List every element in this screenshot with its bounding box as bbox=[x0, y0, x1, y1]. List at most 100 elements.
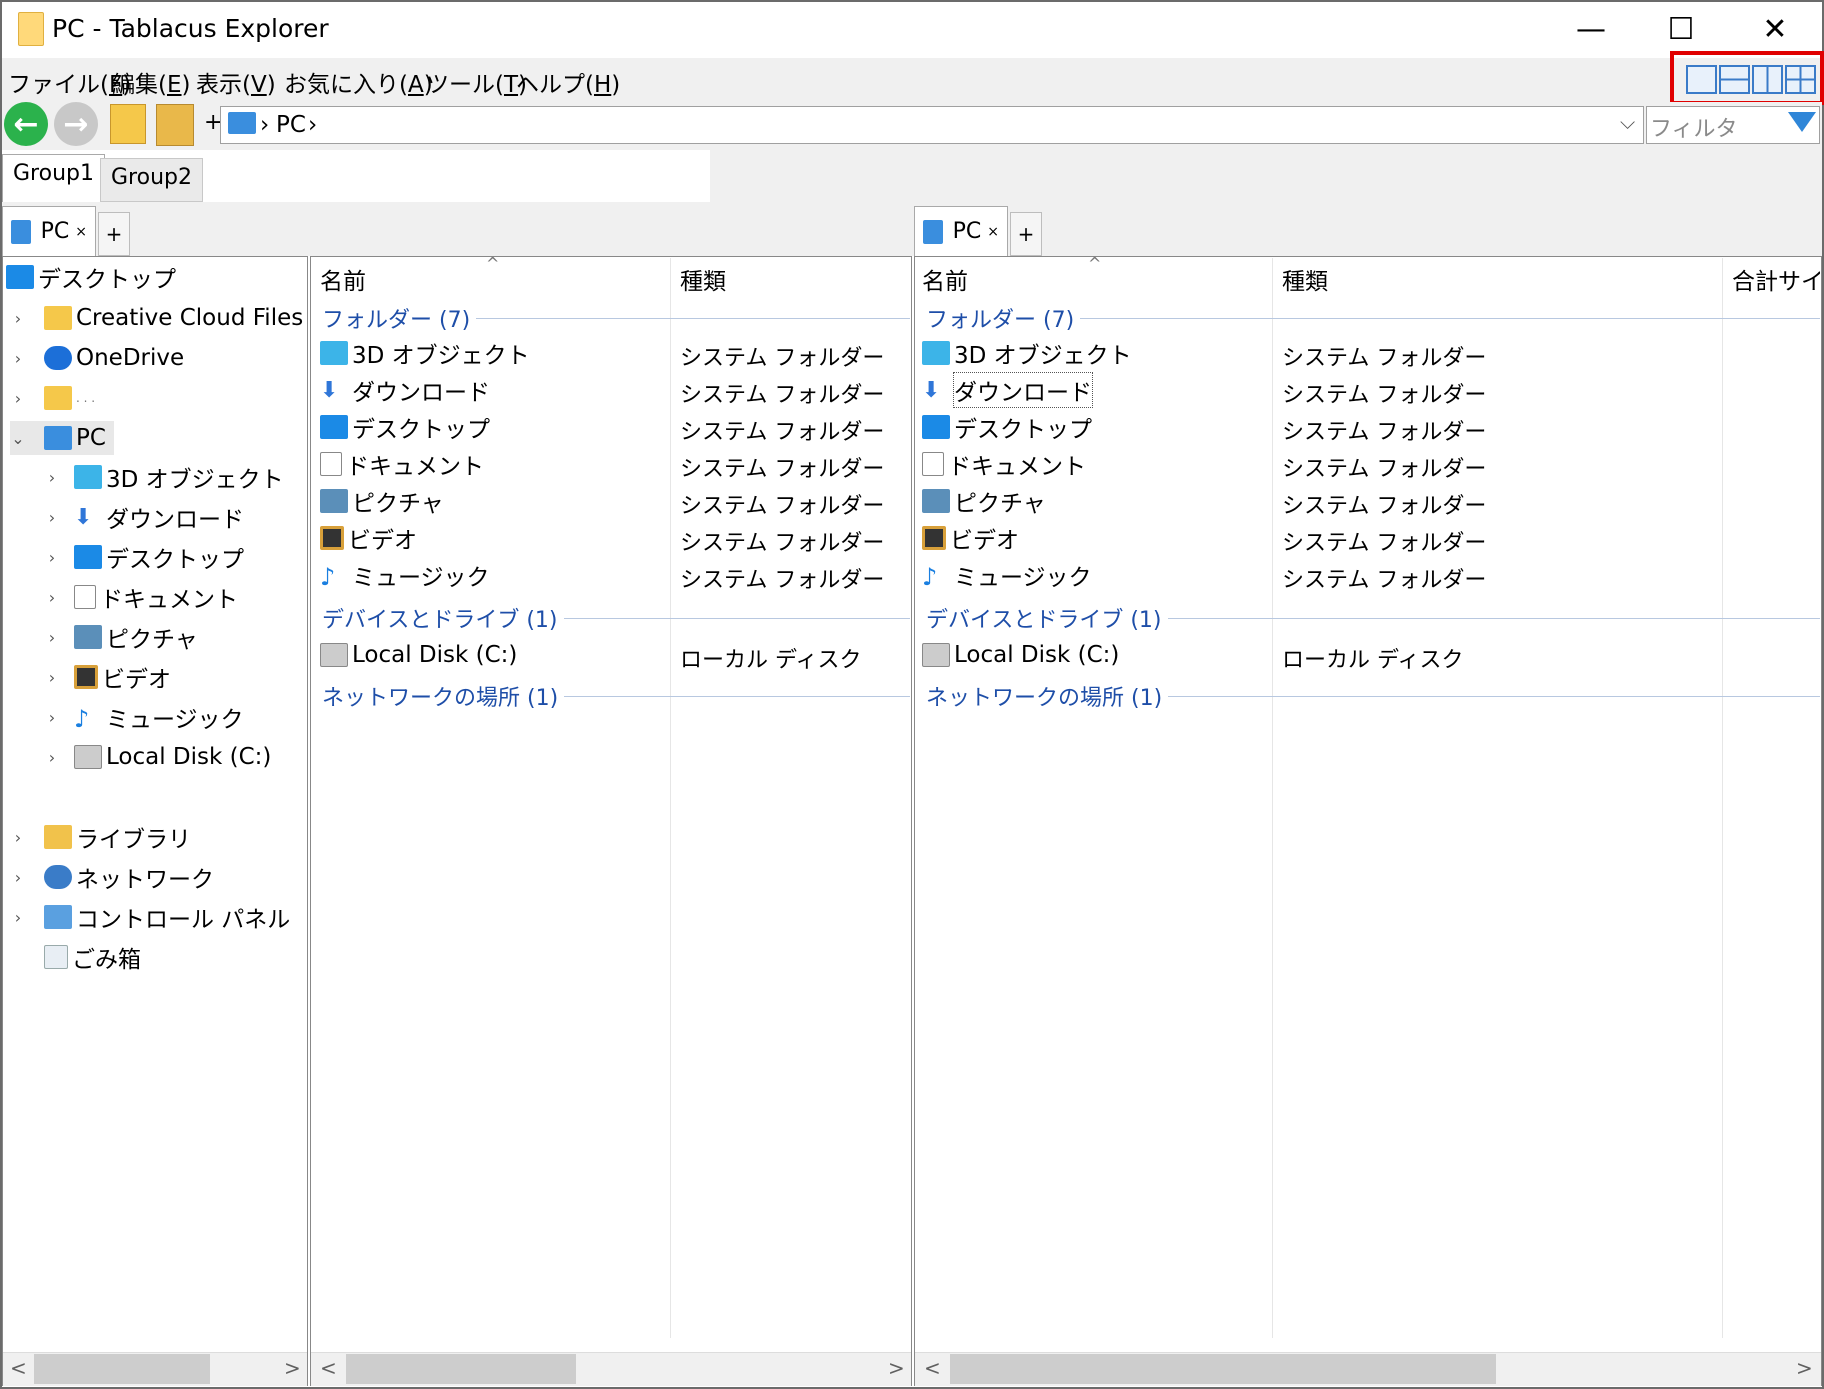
list-item[interactable]: ピクチャ bbox=[320, 484, 444, 518]
minimize-button[interactable]: — bbox=[1546, 2, 1636, 56]
group-header-network[interactable]: ネットワークの場所 (1) bbox=[322, 680, 910, 712]
up-folder-icon[interactable] bbox=[110, 104, 146, 144]
layout-quad-split-icon[interactable] bbox=[1785, 65, 1816, 94]
filter-funnel-icon[interactable] bbox=[1788, 112, 1816, 132]
tree-item-music[interactable]: › ♪ ミュージック bbox=[44, 700, 244, 734]
group-header-folders[interactable]: フォルダー (7) bbox=[926, 302, 1820, 334]
maximize-button[interactable]: ☐ bbox=[1636, 2, 1726, 56]
list-item[interactable]: デスクトップ bbox=[320, 410, 490, 444]
chevron-right-icon[interactable]: › bbox=[44, 628, 60, 647]
chevron-right-icon[interactable]: › bbox=[44, 588, 60, 607]
tree-item-pc[interactable]: ⌄ PC bbox=[10, 421, 114, 455]
menu-view[interactable]: 表示(V) bbox=[196, 65, 276, 99]
left-pane-add-tab-button[interactable]: + bbox=[98, 212, 130, 256]
close-button[interactable]: ✕ bbox=[1730, 2, 1820, 56]
group-tab-1[interactable]: Group1 bbox=[2, 154, 105, 202]
tree-item-videos[interactable]: › ビデオ bbox=[44, 660, 171, 694]
tree-item-library[interactable]: › ライブラリ bbox=[10, 820, 191, 854]
list-item[interactable]: ⬇ ダウンロード bbox=[922, 372, 1093, 408]
column-header-type[interactable]: 種類 bbox=[1282, 262, 1328, 296]
chevron-down-icon[interactable]: ⌄ bbox=[10, 429, 26, 448]
address-separator-end[interactable]: › bbox=[308, 112, 317, 138]
list-item[interactable]: 3D オブジェクト bbox=[922, 336, 1132, 370]
left-pane-tab-pc[interactable]: PC × bbox=[2, 206, 96, 256]
group-header-network[interactable]: ネットワークの場所 (1) bbox=[926, 680, 1820, 712]
menu-tools[interactable]: ツール(T) bbox=[426, 65, 527, 99]
layout-horizontal-split-icon[interactable] bbox=[1719, 65, 1750, 94]
tree-item-creative-cloud[interactable]: › Creative Cloud Files bbox=[10, 301, 303, 335]
chevron-right-icon[interactable]: › bbox=[10, 389, 26, 408]
layout-single-pane-icon[interactable] bbox=[1686, 65, 1717, 94]
column-header-name[interactable]: 名前 bbox=[922, 262, 968, 296]
address-bar[interactable] bbox=[220, 106, 1644, 144]
tab-close-icon[interactable]: × bbox=[987, 224, 999, 240]
group-header-devices[interactable]: デバイスとドライブ (1) bbox=[926, 602, 1820, 634]
forward-arrow-icon[interactable]: → bbox=[54, 102, 98, 146]
address-pc[interactable]: PC bbox=[276, 112, 306, 138]
group-header-folders[interactable]: フォルダー (7) bbox=[322, 302, 910, 334]
right-pane-add-tab-button[interactable]: + bbox=[1010, 212, 1042, 256]
list-item[interactable]: ビデオ bbox=[320, 521, 417, 555]
chevron-right-icon[interactable]: › bbox=[44, 708, 60, 727]
list-item[interactable]: ドキュメント bbox=[320, 447, 484, 481]
chevron-right-icon[interactable]: › bbox=[44, 668, 60, 687]
list-item[interactable]: Local Disk (C:) bbox=[922, 638, 1119, 672]
tree-item-user[interactable]: › . . . bbox=[10, 381, 95, 415]
chevron-right-icon[interactable]: › bbox=[44, 548, 60, 567]
tree-label: ネットワーク bbox=[76, 867, 214, 893]
chevron-right-icon[interactable]: › bbox=[10, 828, 26, 847]
group-tab-2[interactable]: Group2 bbox=[100, 158, 203, 202]
chevron-right-icon[interactable]: › bbox=[10, 868, 26, 887]
chevron-right-icon[interactable]: › bbox=[44, 508, 60, 527]
chevron-right-icon[interactable]: › bbox=[10, 349, 26, 368]
chevron-right-icon[interactable]: › bbox=[44, 468, 60, 487]
scroll-left-icon[interactable]: < bbox=[10, 1356, 27, 1380]
tree-item-network[interactable]: › ネットワーク bbox=[10, 860, 214, 894]
address-dropdown-icon[interactable]: ⌵ bbox=[1620, 110, 1635, 134]
back-arrow-icon[interactable]: ← bbox=[4, 102, 48, 146]
list-item[interactable]: ♪ ミュージック bbox=[320, 558, 490, 592]
menu-favorites[interactable]: お気に入り(A) bbox=[284, 65, 433, 99]
list-item[interactable]: ♪ ミュージック bbox=[922, 558, 1092, 592]
menu-edit[interactable]: 編集(E) bbox=[112, 65, 191, 99]
chevron-right-icon[interactable]: › bbox=[10, 309, 26, 328]
tab-close-icon[interactable]: × bbox=[75, 224, 87, 240]
tree-hscroll-thumb[interactable] bbox=[34, 1354, 210, 1384]
tree-item-desktop-child[interactable]: › デスクトップ bbox=[44, 540, 244, 574]
list-item[interactable]: ⬇ ダウンロード bbox=[320, 373, 490, 407]
scroll-left-icon[interactable]: < bbox=[924, 1356, 941, 1380]
group-header-devices[interactable]: デバイスとドライブ (1) bbox=[322, 602, 910, 634]
tree-item-3d[interactable]: › 3D オブジェクト bbox=[44, 460, 284, 494]
column-header-total-size[interactable]: 合計サイズ bbox=[1732, 262, 1820, 296]
scroll-right-icon[interactable]: > bbox=[888, 1356, 905, 1380]
list-item[interactable]: 3D オブジェクト bbox=[320, 336, 530, 370]
layout-vertical-split-icon[interactable] bbox=[1752, 65, 1783, 94]
right-pane-tab-pc[interactable]: PC × bbox=[914, 206, 1008, 256]
tree-item-downloads[interactable]: › ⬇ ダウンロード bbox=[44, 500, 244, 534]
3d-objects-icon bbox=[922, 341, 950, 365]
chevron-right-icon[interactable]: › bbox=[44, 748, 60, 767]
tree-item-pictures[interactable]: › ピクチャ bbox=[44, 620, 198, 654]
tree-item-local-disk[interactable]: › Local Disk (C:) bbox=[44, 740, 272, 774]
tree-item-documents[interactable]: › ドキュメント bbox=[44, 580, 238, 614]
tree-item-control-panel[interactable]: › コントロール パネル bbox=[10, 900, 290, 934]
list-item[interactable]: ドキュメント bbox=[922, 447, 1086, 481]
list-item[interactable]: ピクチャ bbox=[922, 484, 1046, 518]
tree-item-desktop[interactable]: デスクトップ bbox=[6, 260, 176, 294]
right-list-hscroll-thumb[interactable] bbox=[950, 1354, 1496, 1384]
tree-item-onedrive[interactable]: › OneDrive bbox=[10, 341, 184, 375]
list-item[interactable]: デスクトップ bbox=[922, 410, 1092, 444]
list-item[interactable]: Local Disk (C:) bbox=[320, 638, 517, 672]
folder-tree-icon[interactable] bbox=[156, 104, 194, 146]
left-list-hscroll-thumb[interactable] bbox=[346, 1354, 576, 1384]
column-header-name[interactable]: 名前 bbox=[320, 262, 366, 296]
tree-item-recycle-bin[interactable]: ごみ箱 bbox=[10, 940, 141, 974]
scroll-left-icon[interactable]: < bbox=[320, 1356, 337, 1380]
menu-help[interactable]: ヘルプ(H) bbox=[516, 65, 620, 99]
chevron-right-icon[interactable]: › bbox=[10, 908, 26, 927]
address-separator[interactable]: › bbox=[260, 112, 269, 138]
list-item[interactable]: ビデオ bbox=[922, 521, 1019, 555]
scroll-right-icon[interactable]: > bbox=[284, 1356, 301, 1380]
scroll-right-icon[interactable]: > bbox=[1796, 1356, 1813, 1380]
column-header-type[interactable]: 種類 bbox=[680, 262, 726, 296]
